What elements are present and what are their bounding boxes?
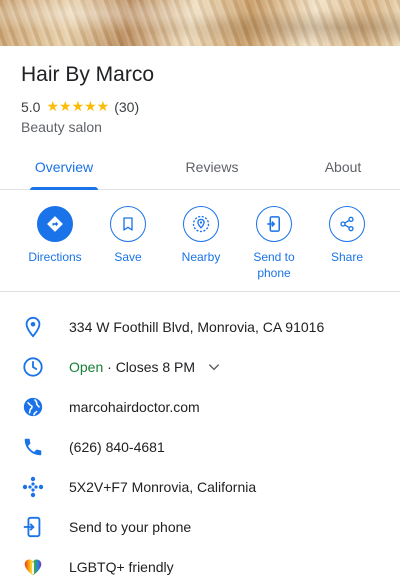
share-button[interactable]: Share — [311, 206, 383, 265]
plus-code-text: 5X2V+F7 Monrovia, California — [69, 479, 257, 495]
open-status: Open — [69, 359, 104, 375]
send-to-phone-row[interactable]: Send to your phone — [0, 507, 400, 547]
lgbtq-row[interactable]: LGBTQ+ friendly — [0, 547, 400, 576]
active-tab-indicator — [30, 187, 98, 190]
directions-button[interactable]: Directions — [19, 206, 91, 265]
address-text: 334 W Foothill Blvd, Monrovia, CA 91016 — [69, 319, 325, 335]
address-row[interactable]: 334 W Foothill Blvd, Monrovia, CA 91016 — [0, 307, 400, 347]
review-count[interactable]: (30) — [114, 99, 139, 115]
phone-number: (626) 840-4681 — [69, 439, 165, 455]
rainbow-heart-icon — [20, 554, 46, 576]
share-label: Share — [330, 250, 364, 264]
closing-time: · Closes 8 PM — [103, 359, 196, 375]
directions-icon — [37, 206, 73, 242]
directions-label: Directions — [28, 250, 82, 264]
action-bar: Directions Save Nearby Send to phone Sha… — [0, 191, 400, 292]
hours-row[interactable]: Open · Closes 8 PM — [0, 347, 400, 387]
plus-code-row[interactable]: 5X2V+F7 Monrovia, California — [0, 467, 400, 507]
send-to-phone-label-line1: Send to — [253, 250, 295, 264]
save-label: Save — [114, 250, 142, 264]
chevron-down-icon[interactable] — [206, 359, 222, 375]
send-to-phone-text: Send to your phone — [69, 519, 192, 535]
phone-row[interactable]: (626) 840-4681 — [0, 427, 400, 467]
hours-text: Open · Closes 8 PM — [69, 359, 195, 375]
send-to-phone-label: Send to phone — [238, 249, 310, 281]
clock-icon — [20, 354, 46, 380]
nearby-icon — [183, 206, 219, 242]
bookmark-icon — [110, 206, 146, 242]
place-photo[interactable] — [0, 0, 400, 46]
tab-overview[interactable]: Overview — [30, 146, 98, 190]
send-to-phone-icon — [20, 514, 46, 540]
share-icon — [329, 206, 365, 242]
lgbtq-text: LGBTQ+ friendly — [69, 559, 174, 575]
rating-row[interactable]: 5.0 ★★★★★ (30) — [21, 98, 139, 115]
send-to-phone-label-line2: phone — [257, 266, 291, 280]
place-title: Hair By Marco — [21, 63, 155, 86]
place-category[interactable]: Beauty salon — [21, 119, 102, 135]
phone-icon — [20, 434, 46, 460]
location-pin-icon — [20, 314, 46, 340]
rating-value: 5.0 — [21, 98, 41, 115]
nearby-label: Nearby — [181, 250, 221, 264]
tab-reviews[interactable]: Reviews — [176, 146, 248, 190]
tab-bar: Overview Reviews About — [0, 146, 400, 190]
save-button[interactable]: Save — [92, 206, 164, 265]
send-to-phone-icon — [256, 206, 292, 242]
website-row[interactable]: marcohairdoctor.com — [0, 387, 400, 427]
nearby-button[interactable]: Nearby — [165, 206, 237, 265]
website-link: marcohairdoctor.com — [69, 399, 200, 415]
plus-code-icon — [20, 474, 46, 500]
star-rating: ★★★★★ — [46, 98, 110, 114]
globe-icon — [20, 394, 46, 420]
tab-about[interactable]: About — [316, 146, 370, 190]
send-to-phone-button[interactable]: Send to phone — [238, 206, 310, 281]
